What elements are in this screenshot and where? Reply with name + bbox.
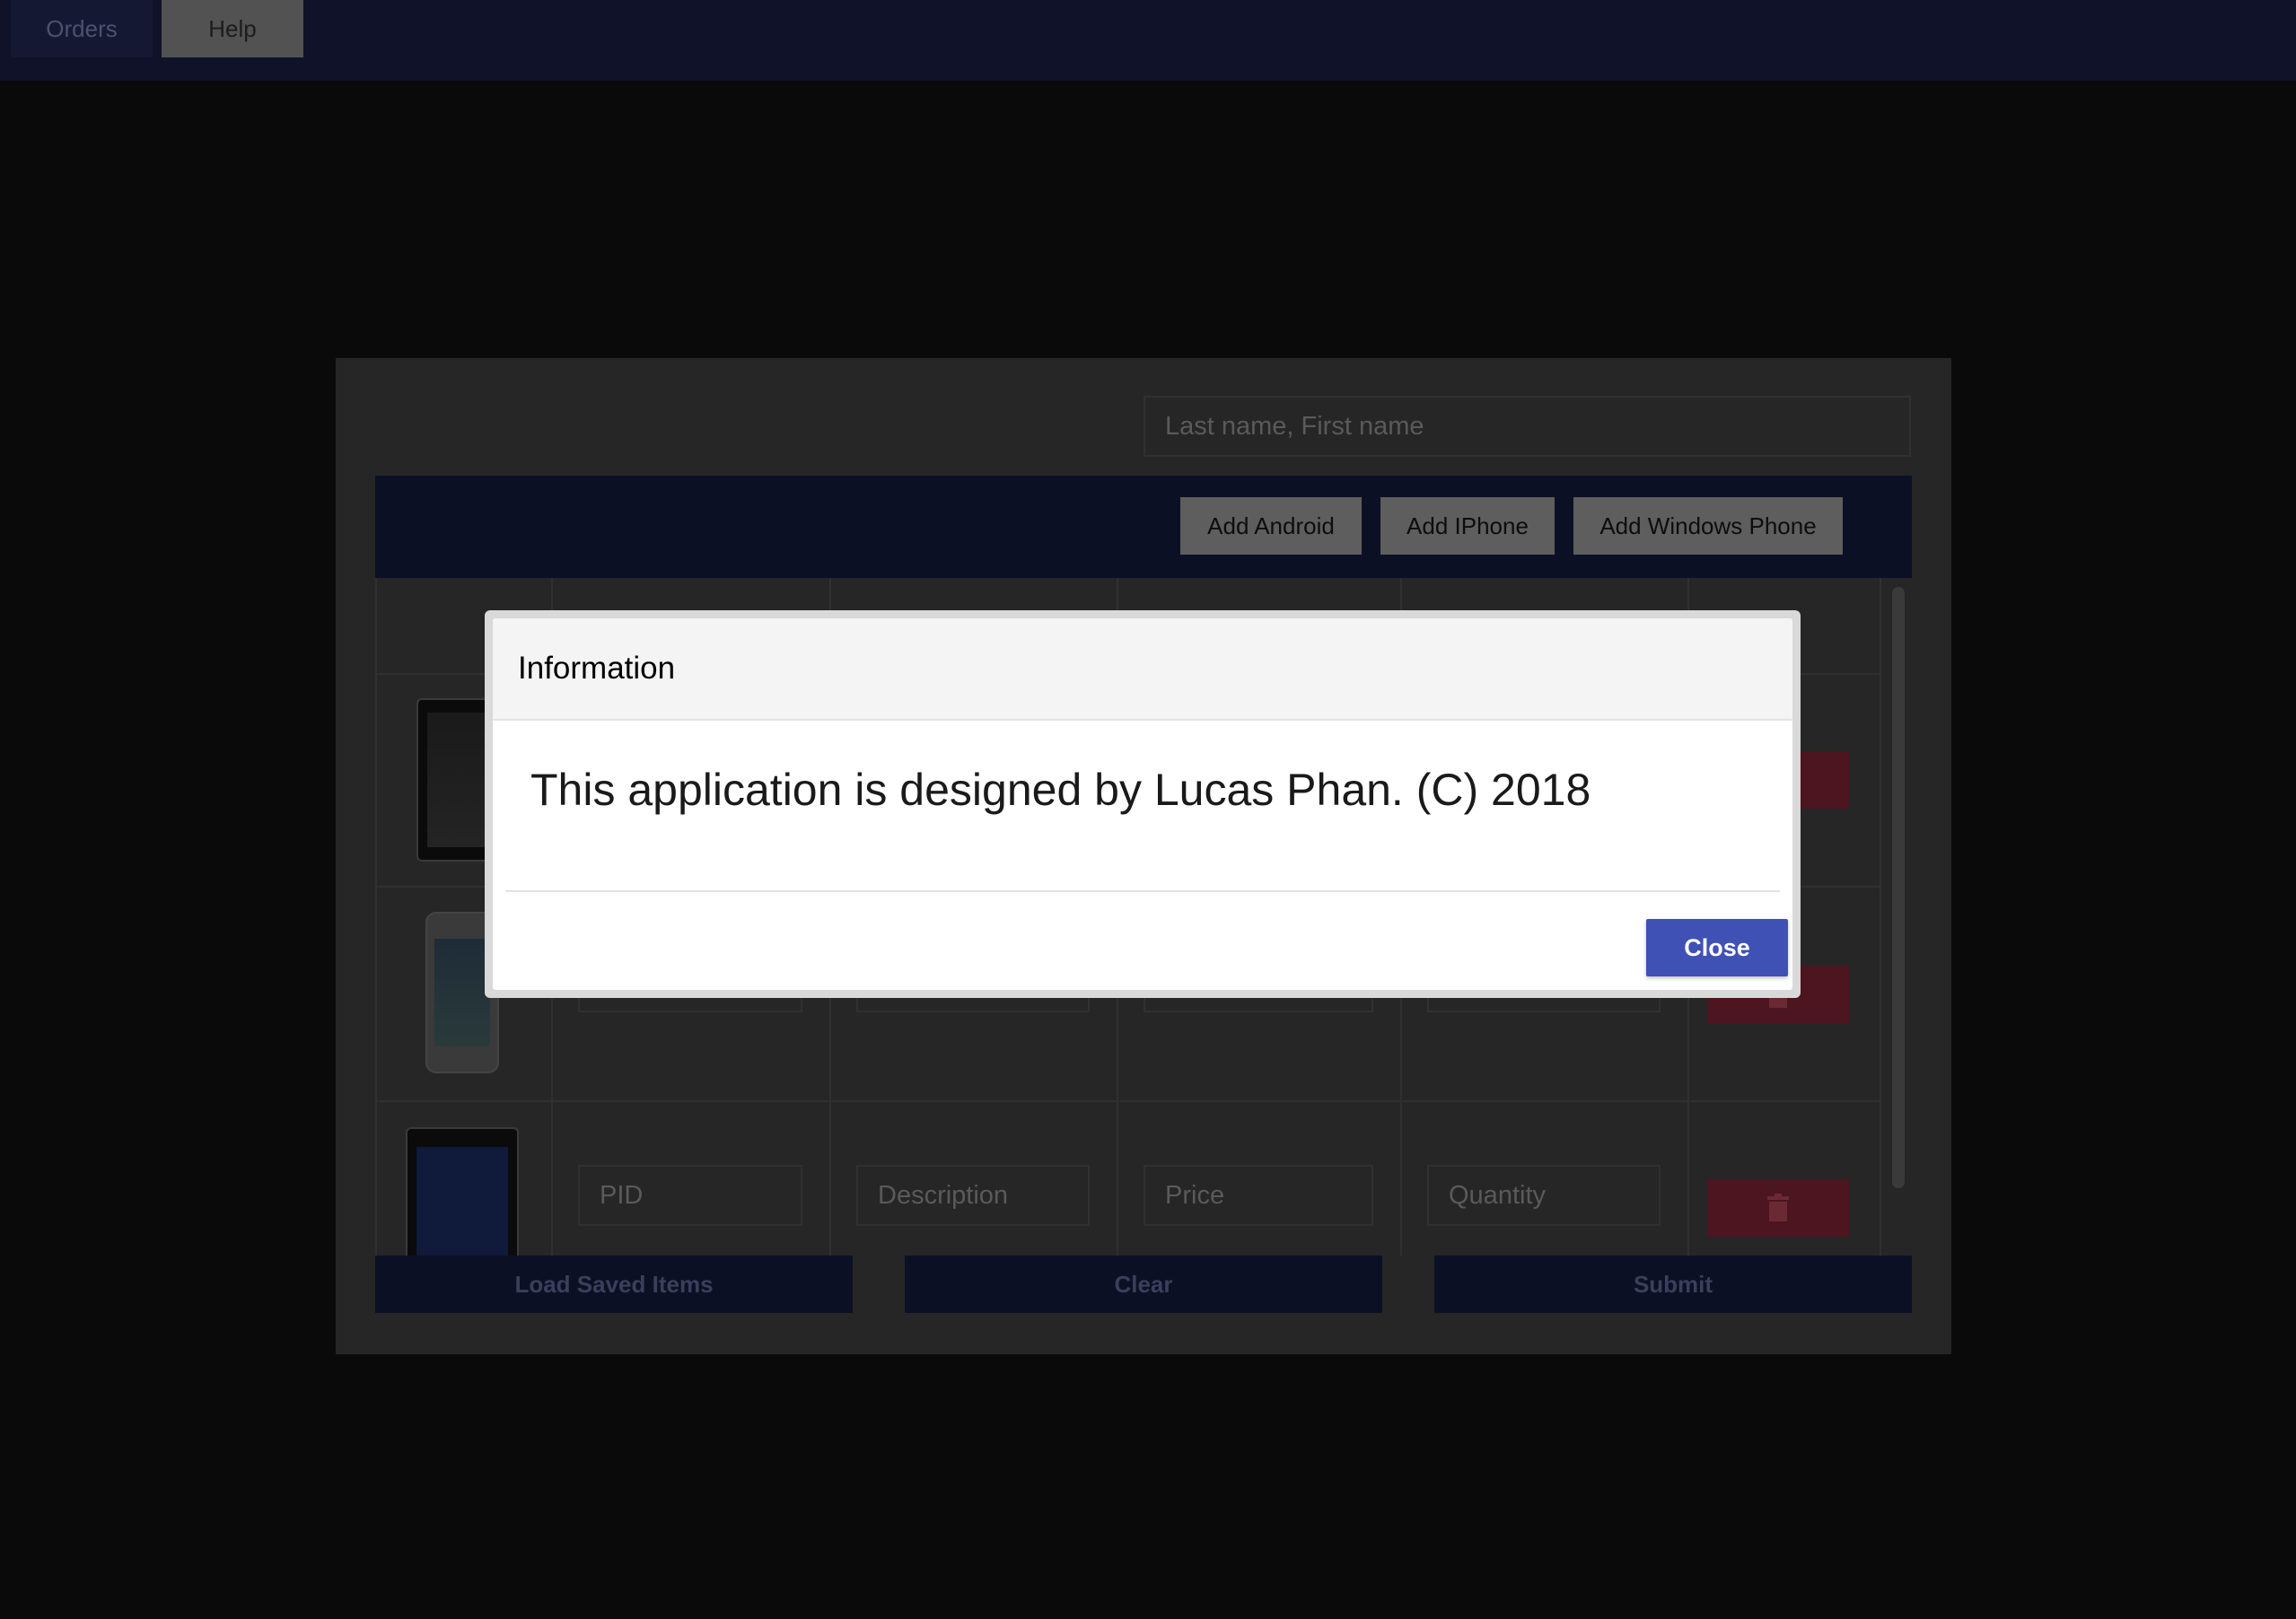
description-input[interactable]: Description [856,1165,1090,1226]
load-saved-items-button[interactable]: Load Saved Items [375,1256,853,1313]
price-input[interactable]: Price [1144,1165,1373,1226]
nav-tab-orders[interactable]: Orders [11,0,153,57]
add-iphone-button[interactable]: Add IPhone [1380,497,1555,555]
add-device-toolbar: Add Android Add IPhone Add Windows Phone [375,476,1912,578]
table-scrollbar[interactable] [1892,587,1905,1188]
dialog-title: Information [493,618,1792,721]
delete-row-button[interactable] [1707,1179,1849,1237]
add-windows-phone-button[interactable]: Add Windows Phone [1573,497,1843,555]
top-navigation-bar: Orders Help [0,0,2296,81]
customer-name-input[interactable]: Last name, First name [1144,396,1911,457]
pid-input[interactable]: PID [578,1165,802,1226]
nav-tab-help[interactable]: Help [162,0,303,57]
trash-icon [1767,1194,1789,1221]
windows-phone-image [406,1127,519,1256]
close-button[interactable]: Close [1646,919,1788,976]
information-dialog: Information This application is designed… [485,610,1801,998]
quantity-input[interactable]: Quantity [1427,1165,1661,1226]
add-android-button[interactable]: Add Android [1180,497,1362,555]
submit-button[interactable]: Submit [1434,1256,1912,1313]
dialog-divider [505,890,1780,892]
dialog-message: This application is designed by Lucas Ph… [530,765,1591,815]
clear-button[interactable]: Clear [905,1256,1382,1313]
